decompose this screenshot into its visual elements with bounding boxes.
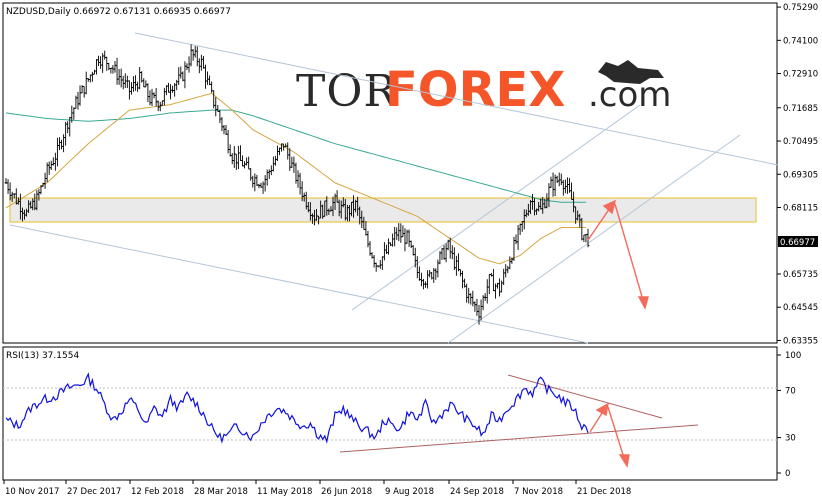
date-tick-label: 24 Sep 2018	[450, 487, 504, 497]
date-tick-label: 7 Nov 2018	[514, 487, 563, 497]
date-axis: 10 Nov 2017 27 Dec 2017 12 Feb 2018 28 Mar …	[3, 480, 631, 497]
date-tick-label: 21 Dec 2018	[577, 487, 631, 497]
symbol-header: NZDUSD,Daily 0.66972 0.67131 0.66935 0.6…	[6, 7, 231, 17]
price-tick-label: 0.72910	[783, 70, 818, 80]
rsi-tick-label: 0	[785, 469, 790, 479]
rsi-header: RSI(13) 37.1554	[6, 351, 79, 361]
price-tick-label: 0.69305	[783, 170, 818, 180]
rsi-axis: 100 70 30 0	[777, 351, 801, 479]
price-tick-label: 0.75290	[783, 3, 818, 13]
current-price-label: 0.66977	[780, 238, 815, 248]
price-tick-label: 0.74100	[783, 36, 818, 46]
rsi-tick-label: 70	[785, 386, 796, 396]
date-tick-label: 28 Mar 2018	[194, 487, 248, 497]
price-tick-label: 0.71685	[783, 104, 818, 114]
price-tick-label: 0.63355	[783, 336, 818, 346]
rsi-tick-label: 100	[785, 351, 801, 361]
price-tick-label: 0.65735	[783, 270, 818, 280]
date-tick-label: 9 Aug 2018	[385, 487, 434, 497]
price-tick-label: 0.70495	[783, 137, 818, 147]
forex-chart: TOR FOREX .com NZDUSD,Daily 0.66972 0.67…	[2, 2, 818, 497]
date-tick-label: 26 Jun 2018	[321, 487, 372, 497]
price-axis: 0.75290 0.74100 0.72910 0.71685 0.70495 0.693…	[777, 3, 818, 346]
date-tick-label: 12 Feb 2018	[131, 487, 184, 497]
price-pane	[2, 2, 778, 344]
rsi-tick-label: 30	[785, 434, 796, 444]
svg-text:TOR: TOR	[296, 66, 398, 117]
date-tick-label: 27 Dec 2017	[67, 487, 121, 497]
price-tick-label: 0.68115	[783, 203, 818, 213]
price-tick-label: 0.64545	[783, 303, 818, 313]
torforex-logo: TOR FOREX .com	[296, 60, 671, 118]
date-tick-label: 10 Nov 2017	[5, 487, 59, 497]
resistance-zone	[9, 197, 757, 223]
date-tick-label: 11 May 2018	[257, 487, 312, 497]
